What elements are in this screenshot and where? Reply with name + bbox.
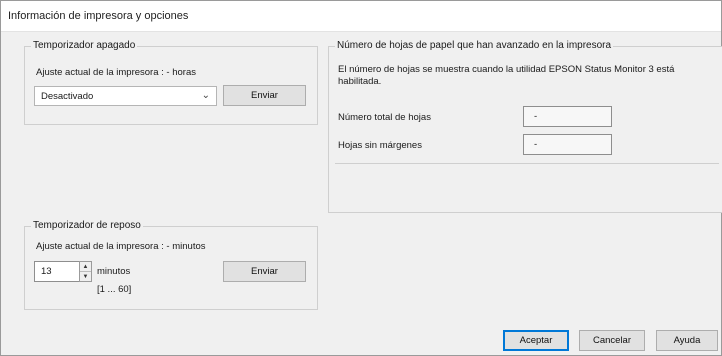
sleep-range-label: [1 ... 60] xyxy=(97,284,132,295)
total-sheets-label: Número total de hojas xyxy=(338,112,431,123)
spin-up-icon[interactable]: ▲ xyxy=(80,262,91,272)
power-off-select-value: Desactivado xyxy=(41,91,94,102)
help-button[interactable]: Ayuda xyxy=(656,330,718,351)
power-off-select[interactable]: Desactivado ⌄ xyxy=(34,86,217,106)
sheets-note-line2: habilitada. xyxy=(338,76,382,87)
power-off-current-setting: Ajuste actual de la impresora : - horas xyxy=(36,67,196,78)
sleep-timer-title: Temporizador de reposo xyxy=(31,220,143,231)
sheets-count-title: Número de hojas de papel que han avanzad… xyxy=(335,40,614,51)
title-bar: Información de impresora y opciones xyxy=(1,1,721,32)
sleep-unit-label: minutos xyxy=(97,266,131,277)
cancel-button[interactable]: Cancelar xyxy=(579,330,645,351)
sleep-minutes-input[interactable]: 13 xyxy=(34,261,80,282)
borderless-sheets-field: - xyxy=(523,134,612,155)
sheets-note-line1: El número de hojas se muestra cuando la … xyxy=(338,64,675,75)
spin-down-icon[interactable]: ▼ xyxy=(80,272,91,281)
total-sheets-value: - xyxy=(534,111,538,122)
ok-button[interactable]: Aceptar xyxy=(503,330,569,351)
borderless-sheets-label: Hojas sin márgenes xyxy=(338,140,422,151)
chevron-down-icon: ⌄ xyxy=(201,90,210,101)
power-off-send-button[interactable]: Enviar xyxy=(223,85,306,106)
sleep-minutes-value: 13 xyxy=(41,266,52,277)
sleep-current-setting: Ajuste actual de la impresora : - minuto… xyxy=(36,241,206,252)
sleep-send-button[interactable]: Enviar xyxy=(223,261,306,282)
borderless-sheets-value: - xyxy=(534,139,538,150)
total-sheets-field: - xyxy=(523,106,612,127)
window-title: Información de impresora y opciones xyxy=(8,10,189,22)
sleep-minutes-stepper[interactable]: ▲ ▼ xyxy=(79,261,92,282)
power-off-timer-title: Temporizador apagado xyxy=(31,40,138,51)
sheets-divider xyxy=(335,163,719,164)
printer-info-dialog: Información de impresora y opciones Temp… xyxy=(0,0,722,356)
